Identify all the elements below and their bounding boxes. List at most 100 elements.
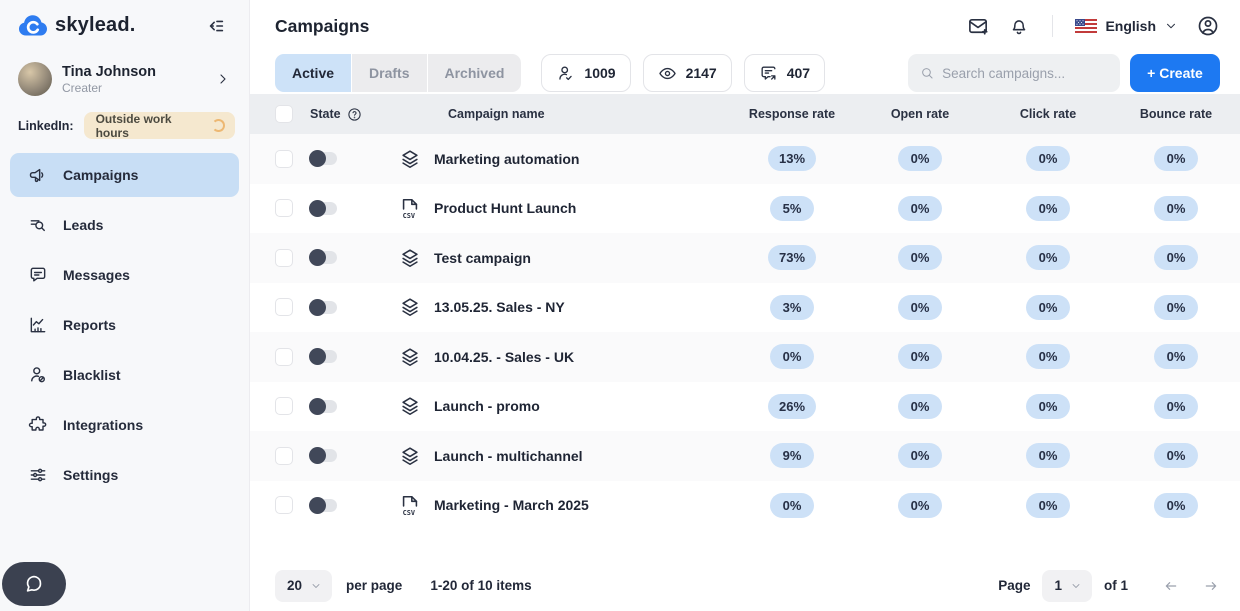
sidebar-item-integrations[interactable]: Integrations — [10, 403, 239, 447]
table-row[interactable]: CSV 10.04.25. - Sales - UK 0% 0% 0% 0% — [250, 332, 1240, 382]
campaign-name: Launch - promo — [434, 398, 540, 414]
layers-icon — [399, 346, 421, 368]
click-rate-badge: 0% — [1026, 344, 1070, 369]
row-checkbox[interactable] — [275, 348, 293, 366]
state-toggle[interactable] — [310, 251, 337, 264]
chevron-down-icon — [1070, 580, 1082, 592]
chevron-down-icon — [310, 580, 322, 592]
row-checkbox[interactable] — [275, 249, 293, 267]
sidebar-collapse-icon[interactable] — [205, 15, 227, 37]
row-checkbox[interactable] — [275, 397, 293, 415]
open-rate-badge: 0% — [898, 196, 942, 221]
layers-icon — [399, 395, 421, 417]
select-all-checkbox[interactable] — [275, 105, 293, 123]
row-checkbox[interactable] — [275, 298, 293, 316]
help-icon[interactable] — [347, 107, 362, 122]
bounce-rate-badge: 0% — [1154, 295, 1198, 320]
page-title: Campaigns — [275, 16, 369, 37]
sidebar-item-blacklist[interactable]: Blacklist — [10, 353, 239, 397]
linkedin-status-badge[interactable]: Outside work hours — [84, 112, 235, 139]
puzzle-icon — [28, 415, 48, 435]
chevron-right-icon[interactable] — [215, 71, 231, 87]
state-toggle[interactable] — [310, 449, 337, 462]
next-page-icon[interactable] — [1202, 578, 1220, 594]
per-page-dropdown[interactable]: 20 — [275, 570, 332, 602]
bounce-rate-badge: 0% — [1154, 344, 1198, 369]
row-checkbox[interactable] — [275, 496, 293, 514]
table-row[interactable]: CSV Product Hunt Launch 5% 0% 0% 0% — [250, 184, 1240, 234]
search-input[interactable] — [942, 66, 1108, 81]
table-row[interactable]: CSV Test campaign 73% 0% 0% 0% — [250, 233, 1240, 283]
leads-search-icon — [28, 215, 48, 235]
bounce-rate-badge: 0% — [1154, 493, 1198, 518]
open-rate-badge: 0% — [898, 443, 942, 468]
tab-drafts[interactable]: Drafts — [352, 54, 426, 92]
state-toggle[interactable] — [310, 301, 337, 314]
campaign-name: Launch - multichannel — [434, 448, 583, 464]
sidebar-item-reports[interactable]: Reports — [10, 303, 239, 347]
language-selector[interactable]: English — [1075, 18, 1178, 34]
column-click-rate: Click rate — [1020, 107, 1076, 121]
user-profile[interactable]: Tina Johnson Creater — [0, 38, 249, 96]
svg-text:CSV: CSV — [403, 509, 415, 517]
click-rate-badge: 0% — [1026, 196, 1070, 221]
main-content: Campaigns English — [250, 0, 1240, 611]
row-checkbox[interactable] — [275, 447, 293, 465]
campaign-name: Marketing automation — [434, 151, 579, 167]
user-block-icon — [28, 365, 48, 385]
bounce-rate-badge: 0% — [1154, 245, 1198, 270]
top-bar: Campaigns English — [250, 0, 1240, 52]
campaign-name: Test campaign — [434, 250, 531, 266]
skylead-logo: skylead. — [18, 13, 136, 38]
state-toggle[interactable] — [310, 400, 337, 413]
column-response-rate: Response rate — [749, 107, 835, 121]
table-row[interactable]: CSV Launch - multichannel 9% 0% 0% 0% — [250, 431, 1240, 481]
row-checkbox[interactable] — [275, 199, 293, 217]
page-dropdown[interactable]: 1 — [1042, 570, 1092, 602]
logo-text: skylead. — [55, 14, 136, 37]
tab-active[interactable]: Active — [275, 54, 351, 92]
stat-replies[interactable]: 407 — [744, 54, 825, 92]
bell-icon[interactable] — [1008, 15, 1030, 37]
divider — [1052, 15, 1053, 37]
campaigns-toolbar: Active Drafts Archived 1009 2147 407 — [250, 52, 1240, 94]
stat-views[interactable]: 2147 — [643, 54, 732, 92]
mail-plus-icon[interactable] — [967, 15, 990, 38]
layers-icon — [399, 296, 421, 318]
state-toggle[interactable] — [310, 499, 337, 512]
table-row[interactable]: CSV Marketing automation 13% 0% 0% 0% — [250, 134, 1240, 184]
campaign-list: CSV Marketing automation 13% 0% 0% 0% CS… — [250, 134, 1240, 530]
campaign-name: 10.04.25. - Sales - UK — [434, 349, 574, 365]
tab-archived[interactable]: Archived — [428, 54, 522, 92]
response-rate-badge: 13% — [768, 146, 816, 171]
state-toggle[interactable] — [310, 350, 337, 363]
state-toggle[interactable] — [310, 152, 337, 165]
open-rate-badge: 0% — [898, 344, 942, 369]
table-row[interactable]: CSV 13.05.25. Sales - NY 3% 0% 0% 0% — [250, 283, 1240, 333]
response-rate-badge: 26% — [768, 394, 816, 419]
chat-widget-button[interactable] — [2, 562, 66, 606]
sidebar-item-leads[interactable]: Leads — [10, 203, 239, 247]
column-bounce-rate: Bounce rate — [1140, 107, 1212, 121]
create-button[interactable]: + Create — [1130, 54, 1220, 92]
spinner-icon — [212, 119, 225, 132]
state-toggle[interactable] — [310, 202, 337, 215]
prev-page-icon[interactable] — [1162, 578, 1180, 594]
csv-file-icon: CSV — [399, 493, 421, 517]
sidebar-item-campaigns[interactable]: Campaigns — [10, 153, 239, 197]
sidebar-item-messages[interactable]: Messages — [10, 253, 239, 297]
account-icon[interactable] — [1196, 14, 1220, 38]
csv-file-icon: CSV — [399, 196, 421, 220]
table-row[interactable]: CSV Marketing - March 2025 0% 0% 0% 0% — [250, 481, 1240, 531]
layers-icon — [399, 445, 421, 467]
column-state: State — [310, 107, 341, 121]
chat-bubble-icon — [22, 573, 46, 595]
table-header: State Campaign name Response rate Open r… — [250, 94, 1240, 134]
pagination-bar: 20 per page 1-20 of 10 items Page 1 of 1 — [250, 560, 1240, 611]
sidebar-item-settings[interactable]: Settings — [10, 453, 239, 497]
table-row[interactable]: CSV Launch - promo 26% 0% 0% 0% — [250, 382, 1240, 432]
row-checkbox[interactable] — [275, 150, 293, 168]
search-icon — [920, 65, 934, 81]
sidebar-nav: Campaigns Leads Messages Reports Blackli… — [0, 153, 249, 497]
stat-connections[interactable]: 1009 — [541, 54, 630, 92]
